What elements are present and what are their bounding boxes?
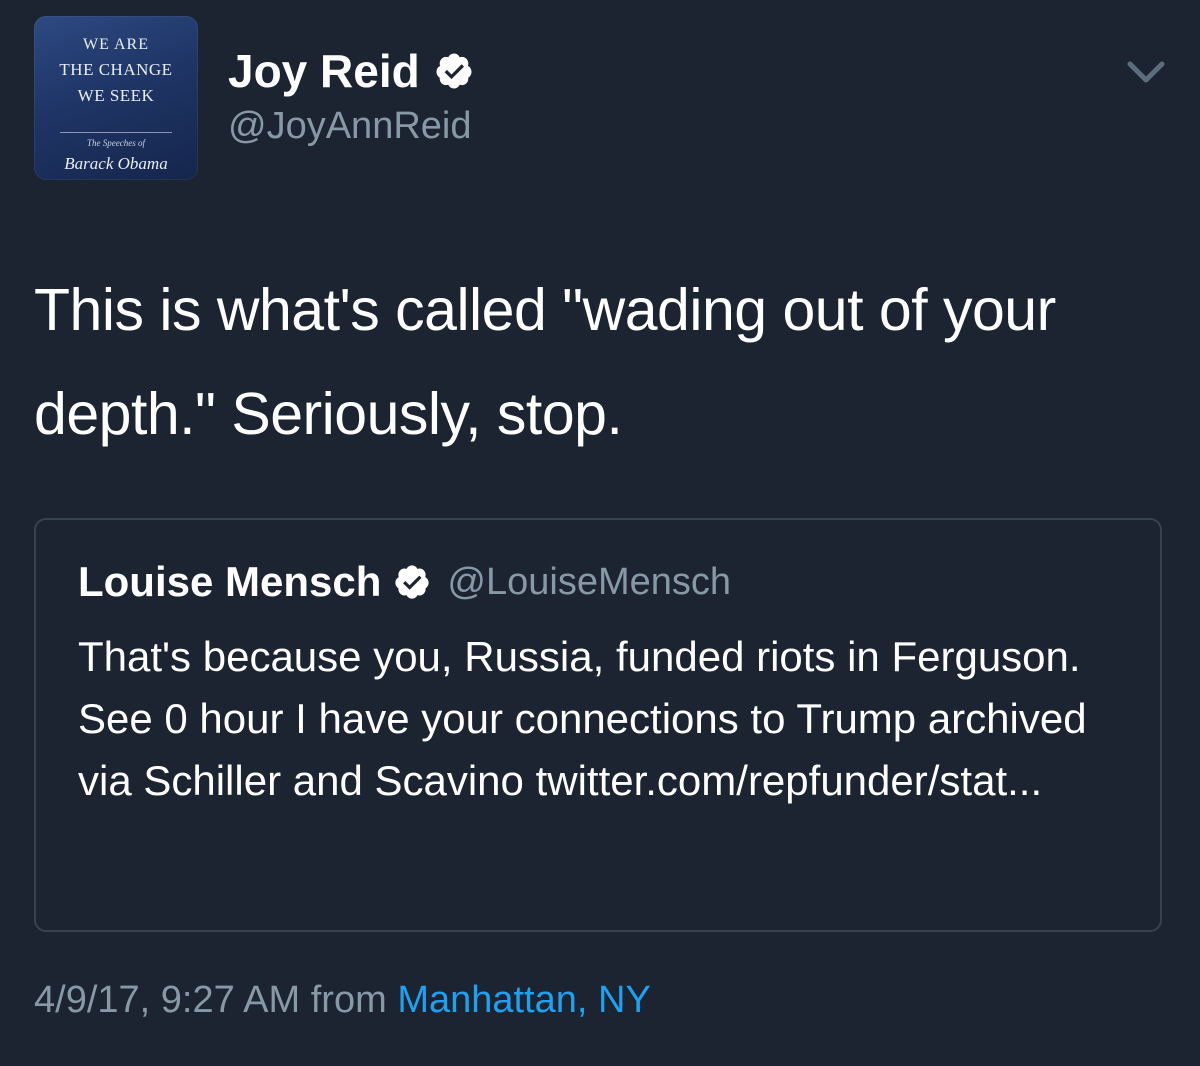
tweet-metadata: 4/9/17, 9:27 AM from Manhattan, NY bbox=[34, 972, 651, 1028]
quoted-author-name: Louise Mensch bbox=[78, 558, 382, 605]
avatar-text-line: THE CHANGE bbox=[59, 60, 173, 79]
verified-badge-icon bbox=[395, 565, 430, 599]
author-handle[interactable]: @JoyAnnReid bbox=[228, 104, 471, 148]
avatar[interactable]: WE ARE THE CHANGE WE SEEK The Speeches o… bbox=[34, 16, 198, 180]
tweet: WE ARE THE CHANGE WE SEEK The Speeches o… bbox=[0, 0, 1200, 1066]
avatar-divider bbox=[60, 132, 172, 133]
verified-badge-icon bbox=[436, 53, 472, 89]
from-label: from bbox=[310, 979, 387, 1021]
author-display-name[interactable]: Joy Reid bbox=[228, 44, 420, 98]
tweet-timestamp[interactable]: 4/9/17, 9:27 AM bbox=[34, 979, 300, 1021]
avatar-text-line: The Speeches of bbox=[87, 138, 145, 148]
quoted-tweet-header: Louise Mensch @LouiseMensch bbox=[78, 556, 731, 608]
avatar-text-line: Barack Obama bbox=[64, 154, 168, 173]
avatar-text-line: WE ARE bbox=[83, 36, 149, 53]
quoted-tweet-text: That's because you, Russia, funded riots… bbox=[78, 633, 1087, 804]
tweet-text: This is what's called "wading out of you… bbox=[34, 277, 1056, 447]
location-link[interactable]: Manhattan, NY bbox=[397, 979, 650, 1021]
quoted-tweet-card[interactable]: Louise Mensch @LouiseMensch That's becau… bbox=[34, 518, 1162, 932]
quoted-author-handle: @LouiseMensch bbox=[447, 561, 732, 603]
chevron-down-icon[interactable] bbox=[1124, 56, 1168, 88]
author-name-row[interactable]: Joy Reid bbox=[228, 44, 474, 98]
avatar-text-line: WE SEEK bbox=[77, 86, 155, 105]
